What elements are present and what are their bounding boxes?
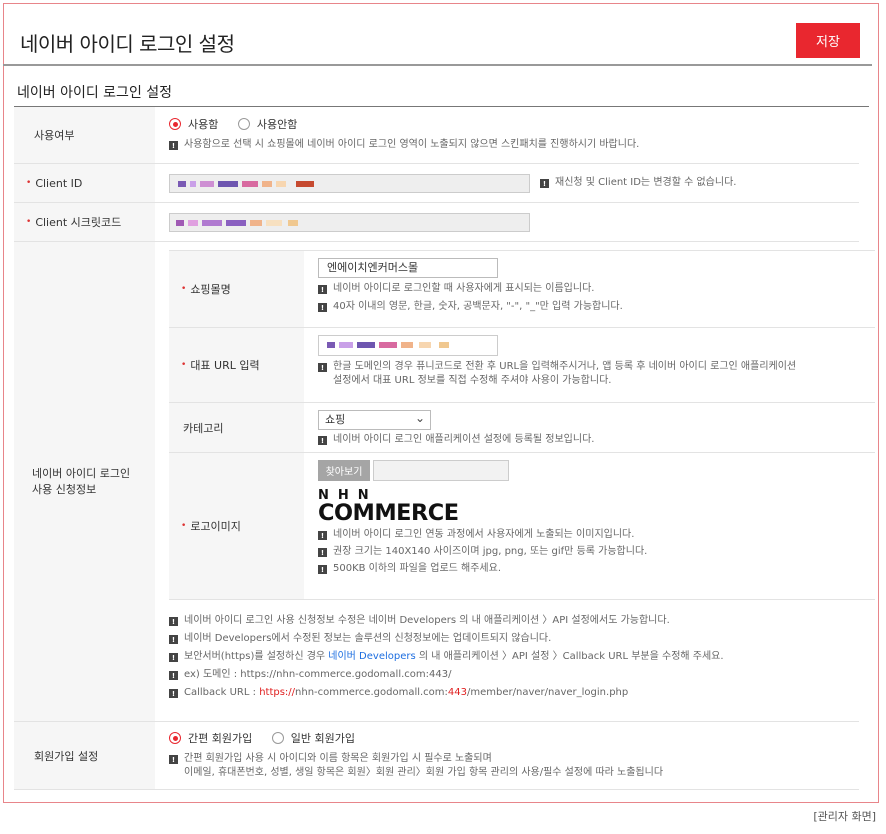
url-label: • 대표 URL 입력 (169, 328, 304, 402)
bottom-note-1: ! 네이버 아이디 로그인 사용 신청정보 수정은 네이버 Developers … (169, 614, 875, 628)
section-title: 네이버 아이디 로그인 설정 (17, 85, 173, 101)
bottom-note-5: ! Callback URL : https://nhn-commerce.god… (169, 686, 875, 700)
logo-row: • 로고이미지 찾아보기 NHN COMMERCE ! 네이버 아이디 로그인 연동… (169, 453, 875, 600)
client-secret-label: • Client 시크릿코드 (14, 203, 155, 241)
client-id-field[interactable] (169, 173, 530, 193)
info-icon: ! (169, 653, 178, 662)
signup-note: ! 간편 회원가입 사용 시 아이디와 이름 항목은 회원가입 시 필수로 노출되… (169, 752, 859, 780)
shop-name-note-2: ! 40자 이내의 영문, 한글, 숫자, 공백문자, "-", "_"만 입력 … (318, 300, 875, 314)
info-icon: ! (318, 531, 327, 540)
naver-developers-link[interactable]: 네이버 Developers (328, 651, 415, 662)
shop-name-input[interactable]: 엔에이치엔커머스몰 (318, 258, 498, 278)
info-icon: ! (169, 617, 178, 626)
settings-table: 사용여부 사용함 사용안함 ! 사용함으로 선택 시 쇼핑몰에 네이버 아이디 로… (14, 107, 875, 790)
file-name-field[interactable] (373, 460, 509, 481)
usage-label: 사용여부 (14, 107, 155, 163)
logo-note-2: ! 권장 크기는 140X140 사이즈이며 jpg, png, 또는 gif만 … (318, 545, 875, 559)
bottom-note-4: ! ex) 도메인 : https://nhn-commerce.godomall… (169, 668, 875, 682)
apply-info-row: 네이버 아이디 로그인 사용 신청정보 • 쇼핑몰명 엔에이치엔커머스몰 ! 네이버… (14, 242, 875, 722)
find-file-button[interactable]: 찾아보기 (318, 460, 370, 481)
info-icon: ! (169, 755, 178, 764)
client-id-row: • Client ID ! 재신청 및 Client ID는 변경할 수 없습니다. (14, 164, 859, 203)
radio-unchecked-icon (237, 118, 250, 130)
apply-info-table: • 쇼핑몰명 엔에이치엔커머스몰 ! 네이버 아이디로 로그인할 때 사용자에게 표… (169, 250, 875, 600)
radio-checked-icon (169, 732, 181, 744)
info-icon: ! (318, 436, 327, 445)
save-button[interactable]: 저장 (796, 23, 860, 58)
apply-info-label: 네이버 아이디 로그인 사용 신청정보 (14, 242, 155, 721)
bottom-note-3: ! 보안서버(https)를 설정하신 경우 네이버 Developers 의 내… (169, 650, 875, 664)
logo-note-3: ! 500KB 이하의 파일을 업로드 해주세요. (318, 562, 875, 576)
usage-on-radio[interactable]: 사용함 (169, 116, 218, 132)
apply-bottom-notes: ! 네이버 아이디 로그인 사용 신청정보 수정은 네이버 Developers … (169, 600, 875, 700)
info-icon: ! (318, 285, 327, 294)
screen-caption: [관리자 화면] (813, 810, 876, 823)
url-input[interactable] (318, 335, 498, 356)
url-note: ! 한글 도메인의 경우 퓨니코드로 전환 후 URL을 입력해주시거나, 앱 등… (318, 360, 875, 388)
radio-unchecked-icon (271, 732, 284, 744)
title-divider (3, 64, 872, 66)
logo-note-1: ! 네이버 아이디 로그인 연동 과정에서 사용자에게 노출되는 이미지입니다. (318, 528, 875, 542)
client-secret-row: • Client 시크릿코드 (14, 203, 859, 242)
usage-off-radio[interactable]: 사용안함 (237, 116, 297, 132)
category-row: 카테고리 쇼핑 !네이버 아이디 로그인 애플리케이션 설정에 등록될 정보입니… (169, 403, 875, 453)
info-icon: ! (169, 635, 178, 644)
client-secret-field[interactable] (169, 212, 530, 232)
signup-row: 회원가입 설정 간편 회원가입 일반 회원가입 ! 간편 회원가입 사용 시 아이… (14, 722, 859, 790)
radio-checked-icon (169, 118, 181, 130)
client-id-label: • Client ID (14, 164, 155, 202)
shop-name-note-1: ! 네이버 아이디로 로그인할 때 사용자에게 표시되는 이름입니다. (318, 282, 875, 296)
category-label: 카테고리 (169, 403, 304, 452)
info-icon: ! (318, 565, 327, 574)
usage-row: 사용여부 사용함 사용안함 ! 사용함으로 선택 시 쇼핑몰에 네이버 아이디 로… (14, 107, 859, 164)
info-icon: ! (169, 689, 178, 698)
logo-label: • 로고이미지 (169, 453, 304, 599)
signup-simple-radio[interactable]: 간편 회원가입 (169, 730, 252, 746)
info-icon: ! (169, 141, 178, 150)
info-icon: ! (318, 548, 327, 557)
page-title: 네이버 아이디 로그인 설정 (20, 32, 235, 56)
info-icon: ! (540, 179, 549, 188)
shop-name-label: • 쇼핑몰명 (169, 251, 304, 327)
client-id-note: ! 재신청 및 Client ID는 변경할 수 없습니다. (540, 176, 736, 190)
info-icon: ! (318, 303, 327, 312)
usage-note: ! 사용함으로 선택 시 쇼핑몰에 네이버 아이디 로그인 영역이 노출되지 않으… (169, 138, 859, 152)
signup-normal-radio[interactable]: 일반 회원가입 (271, 730, 355, 746)
category-note: ! 네이버 아이디 로그인 애플리케이션 설정에 등록될 정보입니다. (318, 433, 875, 447)
bottom-note-2: ! 네이버 Developers에서 수정된 정보는 솔루션의 신청정보에는 업데… (169, 632, 875, 646)
signup-label: 회원가입 설정 (14, 722, 155, 789)
shop-name-row: • 쇼핑몰명 엔에이치엔커머스몰 ! 네이버 아이디로 로그인할 때 사용자에게 표… (169, 251, 875, 328)
info-icon: ! (169, 671, 178, 680)
info-icon: ! (318, 363, 327, 372)
category-select[interactable]: 쇼핑 (318, 409, 431, 430)
logo-preview-bottom: COMMERCE (318, 501, 459, 526)
url-row: • 대표 URL 입력 ! 한글 도메인의 경우 퓨니코드로 전환 후 URL을 입… (169, 328, 875, 403)
